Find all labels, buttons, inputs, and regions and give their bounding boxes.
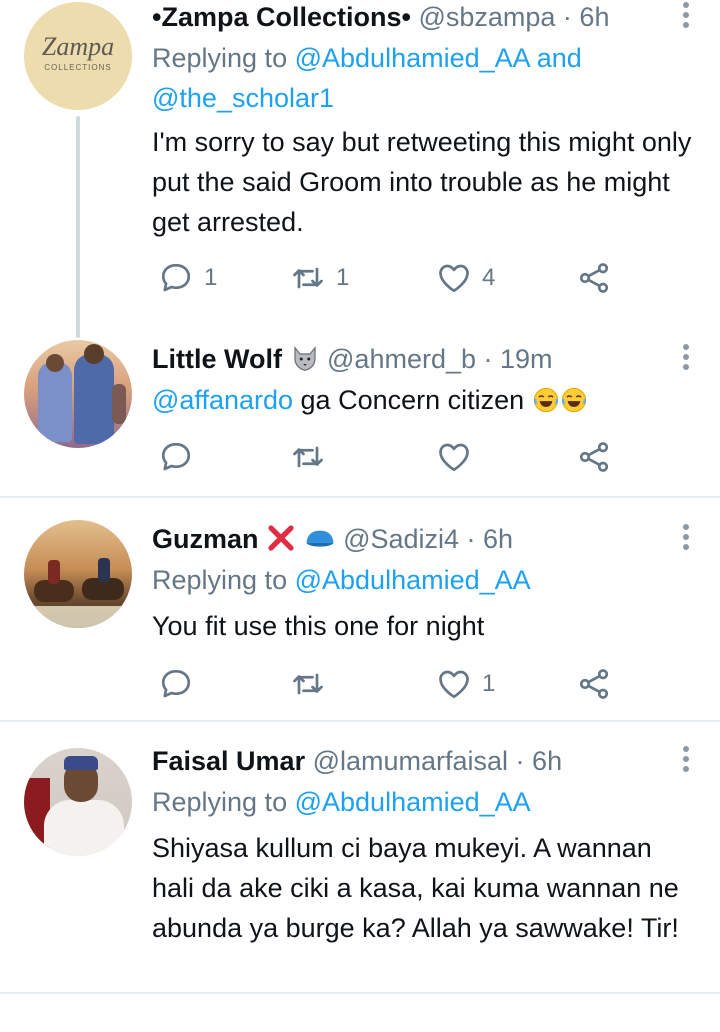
share-button[interactable]	[576, 258, 612, 298]
share-icon	[579, 669, 609, 699]
thread-line	[76, 116, 80, 338]
mention-link[interactable]: @affanardo	[152, 385, 293, 415]
reply-button[interactable]	[158, 437, 204, 477]
tweet-header: Little Wolf @ahmerd_b · 19m	[152, 342, 680, 376]
like-button[interactable]: 1	[436, 664, 495, 704]
tweet[interactable]: Little Wolf @ahmerd_b · 19m @affanardo g…	[0, 340, 720, 496]
laughing-crying-emoji-icon	[561, 387, 586, 413]
wolf-emoji-icon	[290, 344, 320, 374]
heart-icon	[439, 443, 469, 472]
replying-to-user[interactable]: @Abdulhamied_AA	[295, 565, 531, 595]
retweet-icon	[293, 673, 323, 695]
retweet-icon	[293, 267, 323, 289]
more-options-icon[interactable]	[680, 2, 692, 38]
replying-to-user[interactable]: @Abdulhamied_AA	[295, 43, 530, 73]
avatar[interactable]	[24, 520, 132, 628]
replying-to-label: Replying to	[152, 787, 288, 817]
share-icon	[579, 263, 609, 293]
retweet-button[interactable]: 1	[290, 258, 349, 298]
tweet-actions: 1	[152, 664, 622, 704]
replying-to-user[interactable]: @the_scholar1	[152, 83, 334, 113]
like-count: 1	[482, 670, 496, 697]
reply-button[interactable]: 1	[158, 258, 217, 298]
display-name[interactable]: Guzman	[152, 524, 259, 554]
retweet-button[interactable]	[290, 437, 336, 477]
tweet-text: @affanardo ga Concern citizen	[152, 380, 696, 420]
tweet-actions	[152, 437, 622, 477]
replying-to-label: Replying to	[152, 565, 288, 595]
tweet[interactable]: Guzman @Sadizi4 · 6h Replying to @Abdulh…	[0, 518, 720, 720]
divider	[0, 992, 720, 994]
display-name[interactable]: •Zampa Collections•	[152, 2, 411, 32]
share-button[interactable]	[576, 664, 612, 704]
display-name[interactable]: Faisal Umar	[152, 746, 305, 776]
tweet-text-content: ga Concern citizen	[300, 385, 525, 415]
heart-icon	[439, 670, 469, 699]
like-button[interactable]: 4	[436, 258, 495, 298]
more-options-icon[interactable]	[680, 344, 692, 380]
display-name[interactable]: Little Wolf	[152, 344, 282, 374]
replying-to-label: Replying to	[152, 43, 288, 73]
handle-and-time[interactable]: @Sadizi4 · 6h	[343, 524, 513, 554]
like-count: 4	[482, 264, 496, 291]
cross-mark-emoji-icon	[266, 523, 296, 553]
replying-to: Replying to @Abdulhamied_AA	[152, 782, 690, 822]
handle-and-time[interactable]: @lamumarfaisal · 6h	[313, 746, 563, 776]
tweet-text: You fit use this one for night	[152, 611, 485, 641]
divider	[0, 496, 720, 498]
replying-to-user[interactable]: @Abdulhamied_AA	[295, 787, 531, 817]
tweet-text: Shiyasa kullum ci baya mukeyi. A wannan …	[152, 833, 679, 943]
tweet-text: I'm sorry to say but retweeting this mig…	[152, 127, 692, 237]
more-options-icon[interactable]	[680, 746, 692, 782]
replying-to-and: and	[536, 43, 582, 73]
retweet-button[interactable]	[290, 664, 336, 704]
retweet-count: 1	[336, 264, 350, 291]
heart-icon	[439, 264, 469, 293]
avatar-logo-text: Zampa	[41, 32, 115, 61]
retweet-icon	[293, 446, 323, 468]
tweet-header: Guzman @Sadizi4 · 6h	[152, 522, 680, 556]
tweet-header: Faisal Umar @lamumarfaisal · 6h	[152, 744, 680, 778]
like-button[interactable]	[436, 437, 482, 477]
cap-emoji-icon	[304, 523, 336, 553]
divider	[0, 720, 720, 722]
avatar[interactable]: Zampa COLLECTIONS	[24, 2, 132, 110]
tweet[interactable]: Faisal Umar @lamumarfaisal · 6h Replying…	[0, 740, 720, 992]
laughing-crying-emoji-icon	[533, 387, 558, 413]
reply-icon	[161, 669, 191, 698]
share-button[interactable]	[576, 437, 612, 477]
avatar-logo-subtext: COLLECTIONS	[44, 63, 112, 72]
reply-count: 1	[204, 264, 218, 291]
tweet[interactable]: Zampa COLLECTIONS •Zampa Collections• @s…	[0, 0, 720, 350]
handle-and-time[interactable]: @sbzampa · 6h	[418, 2, 609, 32]
tweet-actions: 1 1 4	[152, 258, 622, 298]
reply-icon	[161, 442, 191, 471]
reply-icon	[161, 263, 191, 292]
avatar[interactable]	[24, 748, 132, 856]
replying-to: Replying to @Abdulhamied_AA and @the_sch…	[152, 38, 690, 118]
more-options-icon[interactable]	[680, 524, 692, 560]
reply-button[interactable]	[158, 664, 204, 704]
share-icon	[579, 442, 609, 472]
avatar[interactable]	[24, 340, 132, 448]
replying-to: Replying to @Abdulhamied_AA	[152, 560, 690, 600]
handle-and-time[interactable]: @ahmerd_b · 19m	[327, 344, 553, 374]
tweet-header: •Zampa Collections• @sbzampa · 6h	[152, 0, 680, 34]
